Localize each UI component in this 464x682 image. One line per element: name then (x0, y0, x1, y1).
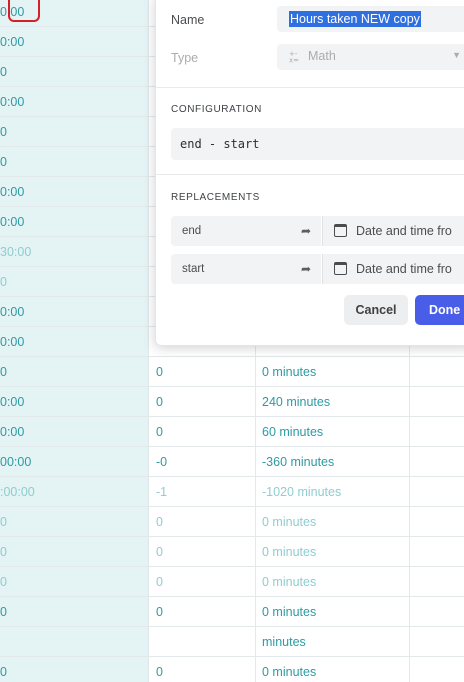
replacement-row-end: end ➦ Date and time fro ▼ (171, 216, 464, 246)
table-cell[interactable]: 0 (156, 597, 248, 627)
calendar-icon (334, 224, 347, 237)
name-label: Name (171, 13, 205, 27)
name-input[interactable]: Hours taken NEW copy (277, 6, 464, 32)
table-cell[interactable]: 0 (156, 537, 248, 567)
cancel-button[interactable]: Cancel (344, 295, 408, 325)
table-cell[interactable]: 0 (0, 507, 149, 537)
table-cell[interactable]: 0 minutes (262, 657, 408, 682)
table-cell[interactable]: 0 minutes (262, 597, 408, 627)
table-cell[interactable]: 0:00 (0, 327, 149, 357)
table-cell[interactable]: 0 (0, 57, 149, 87)
table-cell[interactable]: 0 (156, 507, 248, 537)
divider (156, 87, 464, 88)
table-cell[interactable]: 0 minutes (262, 537, 408, 567)
done-button[interactable]: Done (415, 295, 464, 325)
table-cell[interactable] (156, 627, 248, 657)
arrow-icon: ➦ (300, 262, 311, 276)
table-cell[interactable]: 0 (0, 597, 149, 627)
table-row[interactable]: minutes (0, 627, 464, 657)
table-cell[interactable]: 60 minutes (262, 417, 408, 447)
svg-text:x=: x= (289, 56, 299, 63)
table-cell[interactable]: 0 (0, 657, 149, 682)
table-cell[interactable]: -1020 minutes (262, 477, 408, 507)
table-cell[interactable]: -0 (156, 447, 248, 477)
table-cell[interactable]: 0 (156, 567, 248, 597)
table-cell[interactable]: 00:00 (0, 447, 149, 477)
table-cell[interactable]: 0 minutes (262, 567, 408, 597)
table-cell[interactable] (0, 627, 149, 657)
replacement-variable: end ➦ (171, 216, 321, 246)
arrow-icon: ➦ (300, 224, 311, 238)
table-cell[interactable]: minutes (262, 627, 408, 657)
table-cell[interactable]: 0 (156, 417, 248, 447)
table-row[interactable]: 00 0 minutes (0, 567, 464, 597)
type-value: Math (308, 49, 336, 63)
table-row[interactable]: 00 0 minutes (0, 537, 464, 567)
type-select[interactable]: +- x= Math ▼ (277, 44, 464, 70)
table-cell[interactable]: :00:00 (0, 477, 149, 507)
table-row[interactable]: 00:00 -0 -360 minutes (0, 447, 464, 477)
table-cell[interactable]: 0 (0, 537, 149, 567)
table-row[interactable]: :00:00 -1 -1020 minutes (0, 477, 464, 507)
math-icon: +- x= (289, 50, 299, 63)
table-cell[interactable]: 0 (0, 267, 149, 297)
table-row[interactable]: 0:00 0 60 minutes (0, 417, 464, 447)
divider (156, 174, 464, 175)
table-row[interactable]: 00 0 minutes (0, 507, 464, 537)
replacement-property-select[interactable]: Date and time fro ▼ (322, 216, 464, 246)
replacement-property-select[interactable]: Date and time fro ▼ (322, 254, 464, 284)
table-cell[interactable]: 0 minutes (262, 357, 408, 387)
type-label: Type (171, 51, 199, 65)
table-cell[interactable]: 0 minutes (262, 507, 408, 537)
table-cell[interactable]: 0 (0, 357, 149, 387)
table-cell[interactable]: 0:00 (0, 207, 149, 237)
calendar-icon (334, 262, 347, 275)
replacement-variable: start ➦ (171, 254, 321, 284)
table-cell[interactable]: 0:00 (0, 387, 149, 417)
table-cell[interactable]: -360 minutes (262, 447, 408, 477)
formula-input[interactable]: end - start (171, 128, 464, 160)
table-cell[interactable]: 0 (0, 117, 149, 147)
table-row[interactable]: 00 0 minutes (0, 657, 464, 682)
table-cell[interactable]: 0:00 (0, 417, 149, 447)
table-row[interactable]: 00 0 minutes (0, 597, 464, 627)
table-cell[interactable]: 0 (0, 567, 149, 597)
formula-property-popup: Name Hours taken NEW copy Type +- x= Mat… (155, 0, 464, 346)
table-cell[interactable]: 0 (156, 657, 248, 682)
replacements-heading: REPLACEMENTS (171, 192, 260, 203)
replacement-row-start: start ➦ Date and time fro ▼ (171, 254, 464, 284)
table-cell[interactable]: 0:00 (0, 297, 149, 327)
replacement-property-label: Date and time fro (356, 262, 452, 276)
table-cell[interactable]: 30:00 (0, 237, 149, 267)
table-cell[interactable]: -1 (156, 477, 248, 507)
name-input-value[interactable]: Hours taken NEW copy (289, 11, 421, 27)
red-annotation-mark (8, 0, 40, 22)
table-cell[interactable]: 0:00 (0, 27, 149, 57)
table-cell[interactable]: 0 (0, 147, 149, 177)
table-cell[interactable]: 0:00 (0, 177, 149, 207)
table-cell[interactable]: 0:00 (0, 87, 149, 117)
replacement-variable-label: start (182, 263, 205, 275)
table-row[interactable]: 0:00 0 240 minutes (0, 387, 464, 417)
table-cell[interactable]: 240 minutes (262, 387, 408, 417)
table-cell[interactable]: 0 (156, 357, 248, 387)
table-row[interactable]: 00 0 minutes (0, 357, 464, 387)
replacement-property-label: Date and time fro (356, 224, 452, 238)
configuration-heading: CONFIGURATION (171, 104, 262, 115)
chevron-down-icon: ▼ (452, 50, 461, 60)
table-cell[interactable]: 0 (156, 387, 248, 417)
replacement-variable-label: end (182, 225, 202, 237)
